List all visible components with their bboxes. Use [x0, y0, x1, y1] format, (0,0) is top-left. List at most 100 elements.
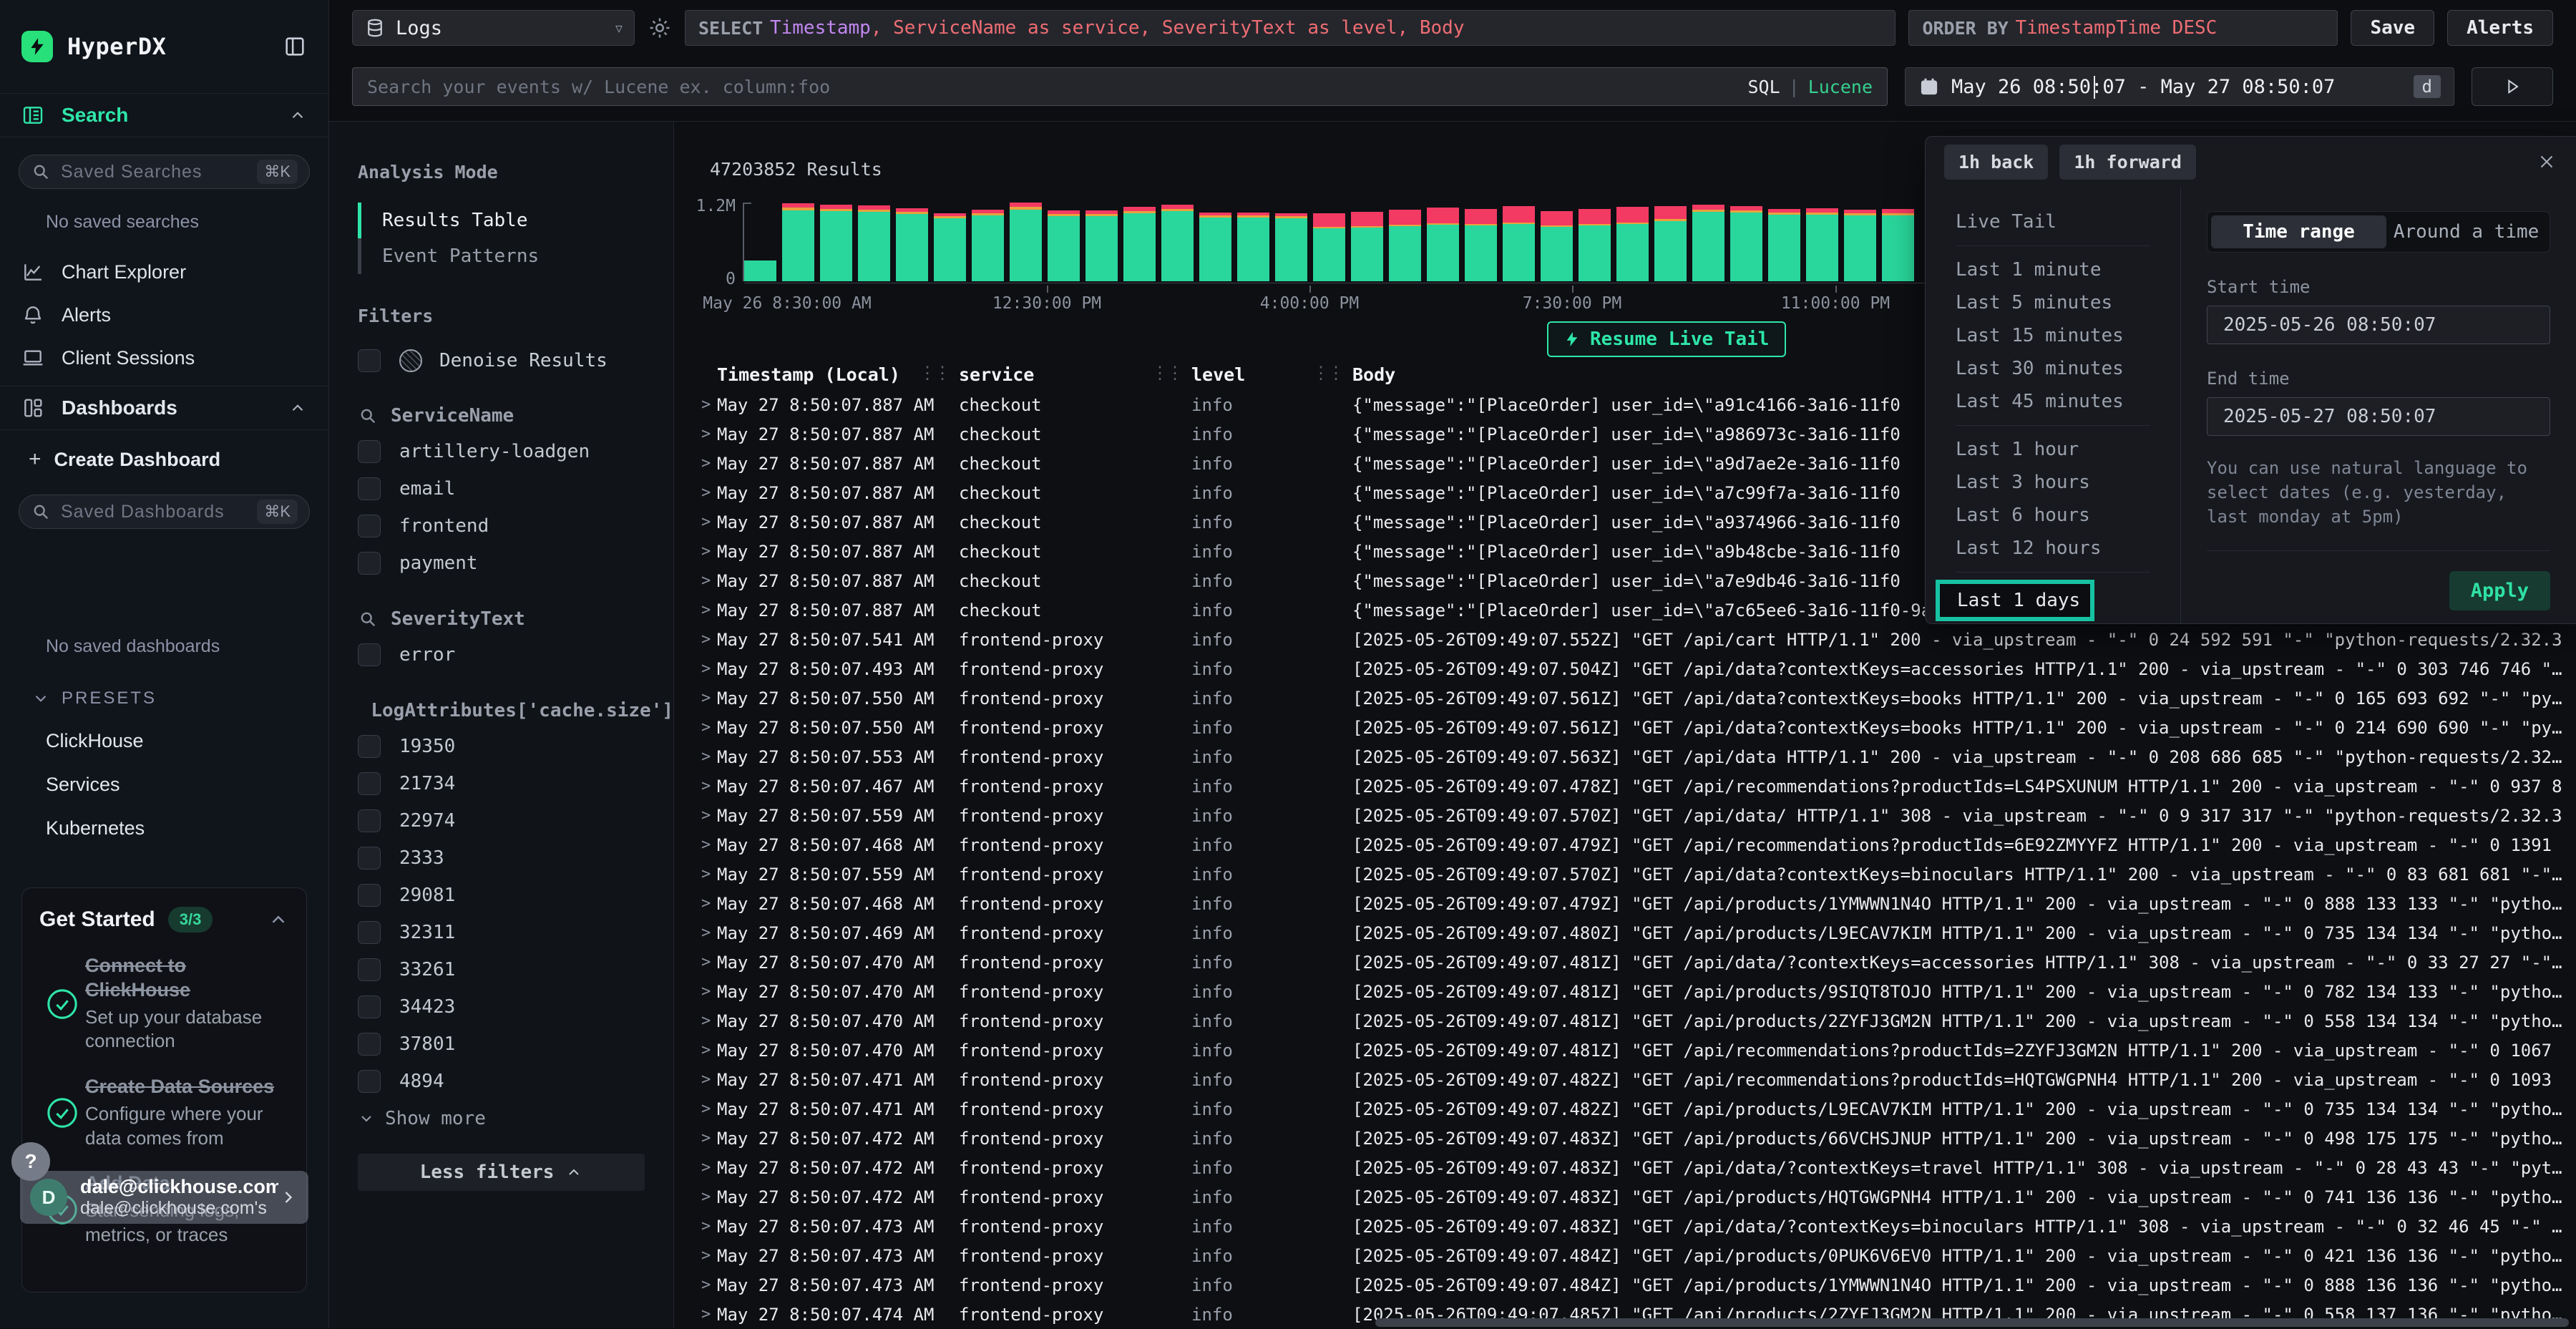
histogram-bar[interactable]: [1389, 210, 1421, 281]
filter-option[interactable]: error: [358, 643, 673, 667]
histogram-bar[interactable]: [1085, 210, 1118, 281]
filter-option[interactable]: 33261: [358, 958, 673, 982]
histogram-bar[interactable]: [1541, 211, 1573, 281]
filter-option[interactable]: 21734: [358, 771, 673, 796]
histogram-bar[interactable]: [1351, 212, 1383, 281]
time-preset-last-30-minutes[interactable]: Last 30 minutes: [1926, 352, 2180, 385]
histogram-bar[interactable]: [1882, 209, 1914, 281]
histogram-bar[interactable]: [1161, 205, 1194, 281]
checkbox[interactable]: [358, 515, 381, 537]
histogram-bar[interactable]: [858, 205, 890, 281]
show-more-link[interactable]: Show more: [358, 1108, 673, 1129]
expand-row-icon[interactable]: >: [696, 1247, 717, 1265]
apply-button[interactable]: Apply: [2449, 571, 2550, 610]
histogram-bar[interactable]: [1844, 210, 1876, 281]
table-row[interactable]: >May 27 8:50:07.541 AMfrontend-proxyinfo…: [696, 625, 2576, 654]
date-range-input[interactable]: May 26 08:50:07 - May 27 08:50:07 d: [1905, 67, 2454, 106]
filter-option[interactable]: payment: [358, 551, 673, 575]
table-row[interactable]: >May 27 8:50:07.493 AMfrontend-proxyinfo…: [696, 654, 2576, 683]
time-preset-last-45-minutes[interactable]: Last 45 minutes: [1926, 385, 2180, 418]
get-started-item[interactable]: Create Data SourcesConfigure where your …: [39, 1075, 289, 1150]
table-row[interactable]: >May 27 8:50:07.559 AMfrontend-proxyinfo…: [696, 801, 2576, 830]
sidebar-item-dashboards[interactable]: Dashboards: [0, 386, 328, 430]
expand-row-icon[interactable]: >: [696, 1129, 717, 1147]
checkbox[interactable]: [358, 349, 381, 372]
histogram-bar[interactable]: [1427, 208, 1459, 281]
lucene-mode-toggle[interactable]: Lucene: [1808, 77, 1873, 97]
histogram-bar[interactable]: [1465, 209, 1497, 281]
back-1h-button[interactable]: 1h back: [1944, 145, 2048, 180]
time-preset-last-1-minute[interactable]: Last 1 minute: [1926, 253, 2180, 286]
checkbox[interactable]: [358, 995, 381, 1018]
table-row[interactable]: >May 27 8:50:07.553 AMfrontend-proxyinfo…: [696, 742, 2576, 771]
histogram-bar[interactable]: [1806, 208, 1838, 281]
expand-row-icon[interactable]: >: [696, 1071, 717, 1089]
table-row[interactable]: >May 27 8:50:07.468 AMfrontend-proxyinfo…: [696, 830, 2576, 860]
saved-dashboards-input[interactable]: Saved Dashboards ⌘K: [19, 495, 310, 529]
expand-row-icon[interactable]: >: [696, 719, 717, 736]
expand-row-icon[interactable]: >: [696, 1012, 717, 1030]
histogram-bar[interactable]: [1654, 206, 1687, 281]
expand-row-icon[interactable]: >: [696, 425, 717, 443]
checkbox[interactable]: [358, 1033, 381, 1056]
checkbox[interactable]: [358, 921, 381, 944]
checkbox[interactable]: [358, 477, 381, 500]
table-row[interactable]: >May 27 8:50:07.473 AMfrontend-proxyinfo…: [696, 1212, 2576, 1241]
histogram-bar[interactable]: [820, 205, 852, 281]
column-drag-handle[interactable]: ⋮⋮: [919, 363, 949, 383]
denoise-results-option[interactable]: Denoise Results: [358, 349, 673, 372]
filter-group-search[interactable]: ServiceName: [358, 405, 673, 427]
histogram-bar[interactable]: [782, 203, 814, 281]
histogram-bar[interactable]: [1275, 213, 1307, 281]
expand-row-icon[interactable]: >: [696, 484, 717, 502]
table-row[interactable]: >May 27 8:50:07.472 AMfrontend-proxyinfo…: [696, 1124, 2576, 1153]
time-preset-last-1-days[interactable]: Last 1 days: [1936, 580, 2094, 621]
sidebar-preset-link[interactable]: Kubernetes: [46, 817, 328, 839]
table-row[interactable]: >May 27 8:50:07.470 AMfrontend-proxyinfo…: [696, 977, 2576, 1006]
end-time-input[interactable]: 2025-05-27 08:50:07: [2207, 397, 2550, 436]
source-select[interactable]: Logs ▿: [352, 10, 635, 46]
column-drag-handle[interactable]: ⋮⋮: [1312, 363, 1342, 383]
time-preset-last-1-hour[interactable]: Last 1 hour: [1926, 433, 2180, 466]
column-header-level[interactable]: level⋮⋮: [1191, 364, 1352, 385]
table-row[interactable]: >May 27 8:50:07.550 AMfrontend-proxyinfo…: [696, 713, 2576, 742]
user-menu[interactable]: D dale@clickhouse.com dale@clickhouse.co…: [20, 1171, 308, 1224]
analysis-mode-event-patterns[interactable]: Event Patterns: [358, 238, 673, 274]
sidebar-preset-link[interactable]: Services: [46, 774, 328, 796]
less-filters-button[interactable]: Less filters: [358, 1154, 645, 1191]
histogram-bar[interactable]: [1199, 213, 1231, 281]
chevron-up-icon[interactable]: [268, 909, 289, 930]
filter-option[interactable]: artillery-loadgen: [358, 439, 673, 464]
chevron-up-icon[interactable]: [288, 106, 307, 125]
time-preset-last-12-hours[interactable]: Last 12 hours: [1926, 532, 2180, 565]
checkbox[interactable]: [358, 809, 381, 832]
table-row[interactable]: >May 27 8:50:07.472 AMfrontend-proxyinfo…: [696, 1153, 2576, 1182]
column-header-service[interactable]: service⋮⋮: [959, 364, 1191, 385]
histogram-bar[interactable]: [1237, 213, 1269, 281]
expand-row-icon[interactable]: >: [696, 1217, 717, 1235]
sidebar-item-alerts[interactable]: Alerts: [0, 297, 328, 333]
horizontal-scrollbar[interactable]: [1375, 1318, 2569, 1327]
histogram-bar[interactable]: [972, 210, 1004, 281]
save-button[interactable]: Save: [2351, 10, 2434, 46]
expand-row-icon[interactable]: >: [696, 865, 717, 883]
saved-searches-input[interactable]: Saved Searches ⌘K: [19, 155, 310, 189]
sidebar-item-search[interactable]: Search: [0, 93, 328, 137]
histogram-bar[interactable]: [1579, 209, 1611, 281]
filter-option[interactable]: 22974: [358, 809, 673, 833]
filter-option[interactable]: 37801: [358, 1032, 673, 1056]
expand-row-icon[interactable]: >: [696, 1100, 717, 1118]
table-row[interactable]: >May 27 8:50:07.470 AMfrontend-proxyinfo…: [696, 948, 2576, 977]
presets-toggle[interactable]: PRESETS: [31, 688, 328, 709]
create-dashboard-button[interactable]: + Create Dashboard: [0, 442, 328, 477]
sidebar-item-client-sessions[interactable]: Client Sessions: [0, 340, 328, 376]
column-drag-handle[interactable]: ⋮⋮: [1151, 363, 1181, 383]
checkbox[interactable]: [358, 643, 381, 666]
filter-option[interactable]: 19350: [358, 734, 673, 759]
expand-row-icon[interactable]: >: [696, 572, 717, 590]
sidebar-item-chart-explorer[interactable]: Chart Explorer: [0, 254, 328, 290]
expand-row-icon[interactable]: >: [696, 1276, 717, 1294]
time-preset-live-tail[interactable]: Live Tail: [1926, 205, 2180, 238]
search-input[interactable]: Search your events w/ Lucene ex. column:…: [352, 67, 1888, 106]
expand-row-icon[interactable]: >: [696, 601, 717, 619]
